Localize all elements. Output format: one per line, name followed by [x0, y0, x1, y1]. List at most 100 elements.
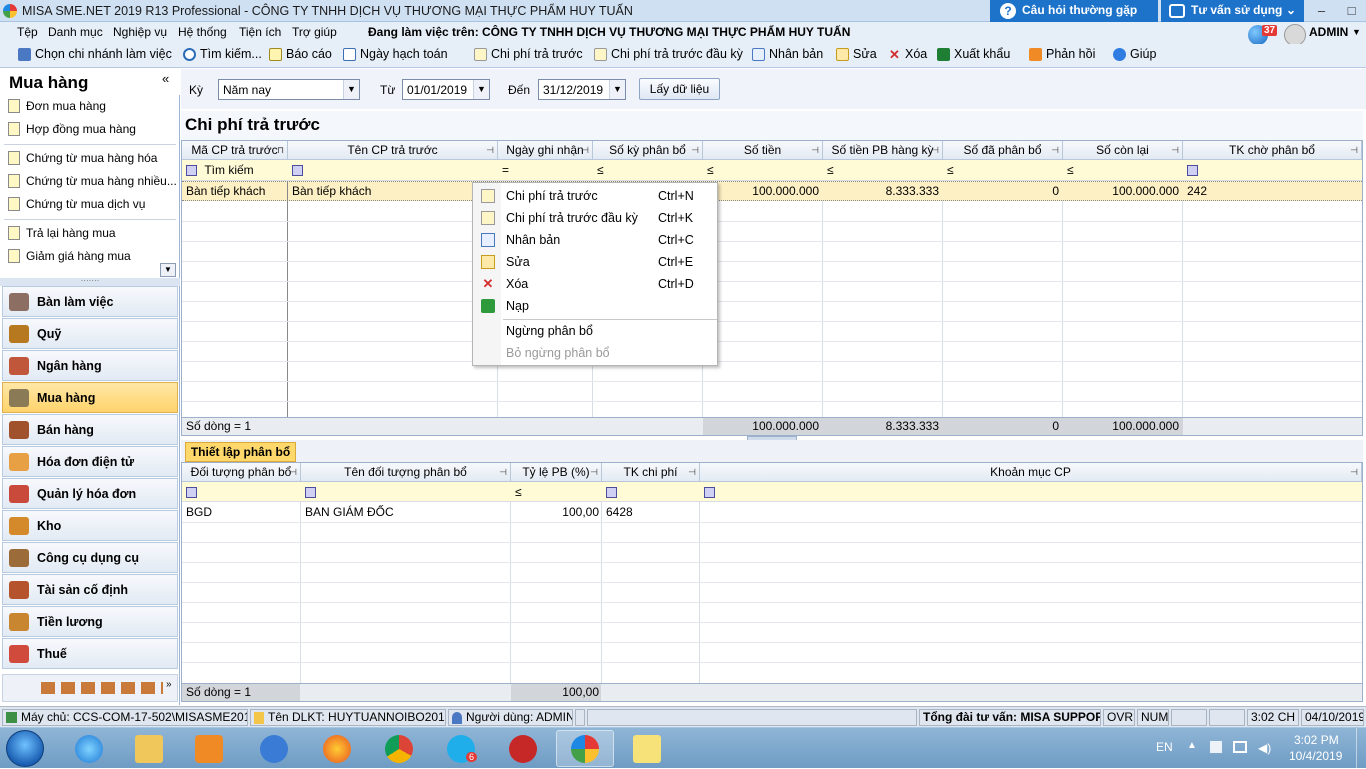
filter-expense-account[interactable] — [606, 482, 617, 502]
feedback-button[interactable]: Phản hồi — [1029, 47, 1095, 61]
taskbar-misa[interactable] — [556, 730, 614, 767]
nav-tax[interactable]: Thuế — [2, 638, 178, 669]
menu-help[interactable]: Trợ giúp — [292, 25, 337, 39]
col-header-alloc-object-name[interactable]: Tên đối tượng phân bổ ⊣ — [301, 463, 511, 482]
col-header-record-date[interactable]: Ngày ghi nhận ⊣ — [498, 141, 593, 160]
to-date-picker[interactable]: 31/12/2019 ▼ — [538, 79, 626, 100]
ctx-stop-allocation[interactable]: Ngừng phân bổ — [473, 320, 717, 342]
col-header-alloc-object[interactable]: Đối tượng phân bổ ⊣ — [182, 463, 301, 482]
volume-icon[interactable]: ◀) — [1258, 741, 1271, 755]
collapse-icon[interactable]: « — [162, 71, 169, 86]
report-button[interactable]: Báo cáo — [269, 47, 332, 61]
network-icon[interactable] — [1233, 741, 1247, 753]
opening-prepaid-button[interactable]: Chi phí trả trước đầu kỳ — [594, 47, 743, 61]
from-date-picker[interactable]: 01/01/2019 ▼ — [402, 79, 490, 100]
link-goods-purchase-voucher[interactable]: Chứng từ mua hàng hóa — [8, 151, 157, 165]
link-purchase-contract[interactable]: Hợp đồng mua hàng — [8, 122, 136, 136]
tray-arrow-icon[interactable]: ▲ — [1187, 740, 1197, 751]
filter-name[interactable] — [292, 160, 303, 180]
col-header-expense-account[interactable]: TK chi phí ⊣ — [602, 463, 700, 482]
user-avatar[interactable] — [1284, 24, 1306, 46]
link-purchase-return[interactable]: Trả lại hàng mua — [8, 226, 116, 240]
col-header-expense-item[interactable]: Khoản mục CP ⊣ — [700, 463, 1362, 482]
link-service-purchase-voucher[interactable]: Chứng từ mua dịch vụ — [8, 197, 145, 211]
taskbar-media-player[interactable] — [180, 730, 238, 767]
col-header-per-period[interactable]: Số tiền PB hàng kỳ ⊣ — [823, 141, 943, 160]
tab-allocation-setup[interactable]: Thiết lập phân bổ — [185, 442, 296, 462]
user-menu[interactable]: ADMIN — [1309, 25, 1348, 39]
taskbar-ie[interactable] — [60, 730, 118, 767]
filter-alloc-object[interactable] — [186, 482, 197, 502]
ctx-duplicate[interactable]: Nhân bản Ctrl+C — [473, 229, 717, 251]
edit-button[interactable]: Sửa — [836, 47, 877, 61]
nav-workspace[interactable]: Bàn làm việc — [2, 286, 178, 317]
filter-per-period[interactable]: ≤ — [827, 160, 834, 180]
nav-invoice-management[interactable]: Quản lý hóa đơn — [2, 478, 178, 509]
clock-date[interactable]: 10/4/2019 — [1289, 749, 1342, 763]
faq-button[interactable]: ? Câu hỏi thường gặp — [990, 0, 1158, 22]
filter-expense-item[interactable] — [704, 482, 715, 502]
export-button[interactable]: Xuất khẩu — [937, 47, 1010, 61]
taskbar-sticky-notes[interactable] — [618, 730, 676, 767]
prepaid-expense-button[interactable]: Chi phí trả trước — [474, 47, 583, 61]
input-language[interactable]: EN — [1156, 740, 1173, 754]
nav-tools[interactable]: Công cụ dụng cụ — [2, 542, 178, 573]
ctx-edit[interactable]: Sửa Ctrl+E — [473, 251, 717, 273]
search-button[interactable]: Tìm kiếm... — [183, 47, 262, 61]
taskbar-chrome[interactable] — [370, 730, 428, 767]
col-header-periods[interactable]: Số kỳ phân bổ ⊣ — [593, 141, 703, 160]
clock-time[interactable]: 3:02 PM — [1294, 733, 1339, 747]
minimize-button[interactable]: – — [1306, 0, 1337, 22]
ctx-delete[interactable]: ✕ Xóa Ctrl+D — [473, 273, 717, 295]
filter-amount[interactable]: ≤ — [707, 160, 714, 180]
filter-allocated[interactable]: ≤ — [947, 160, 954, 180]
col-header-name[interactable]: Tên CP trả trước ⊣ — [288, 141, 498, 160]
menu-file[interactable]: Tệp — [17, 25, 38, 39]
taskbar-mail[interactable] — [245, 730, 303, 767]
help-button[interactable]: Giúp — [1113, 47, 1156, 61]
taskbar-skype[interactable]: 6 — [432, 730, 490, 767]
col-header-allocated[interactable]: Số đã phân bổ ⊣ — [943, 141, 1063, 160]
select-branch-button[interactable]: Chọn chi nhánh làm việc — [18, 47, 172, 61]
mini-module-icons[interactable] — [41, 682, 163, 694]
filter-record-date[interactable]: = — [502, 160, 509, 180]
load-data-button[interactable]: Lấy dữ liệu — [639, 78, 720, 100]
taskbar-firefox[interactable] — [308, 730, 366, 767]
link-multi-purchase-voucher[interactable]: Chứng từ mua hàng nhiều... — [8, 174, 177, 188]
period-select[interactable]: Năm nay ▼ — [218, 79, 360, 100]
nav-inventory[interactable]: Kho — [2, 510, 178, 541]
filter-alloc-ratio[interactable]: ≤ — [515, 482, 522, 502]
link-purchase-discount[interactable]: Giảm giá hàng mua — [8, 249, 131, 263]
nav-cash[interactable]: Quỹ — [2, 318, 178, 349]
consult-button[interactable]: Tư vấn sử dụng ⌄ — [1161, 0, 1304, 22]
nav-e-invoice[interactable]: Hóa đơn điện tử — [2, 446, 178, 477]
filter-remaining[interactable]: ≤ — [1067, 160, 1074, 180]
nav-payroll[interactable]: Tiền lương — [2, 606, 178, 637]
menu-system[interactable]: Hệ thống — [178, 25, 227, 39]
scroll-down-button[interactable]: ▼ — [160, 263, 176, 277]
ctx-opening-prepaid[interactable]: Chi phí trả trước đầu kỳ Ctrl+K — [473, 207, 717, 229]
splitter-handle[interactable]: ······· — [0, 277, 180, 286]
col-header-amount[interactable]: Số tiền ⊣ — [703, 141, 823, 160]
col-header-alloc-ratio[interactable]: Tỷ lệ PB (%) ⊣ — [511, 463, 602, 482]
menu-catalog[interactable]: Danh mục — [48, 25, 103, 39]
filter-periods[interactable]: ≤ — [597, 160, 604, 180]
ctx-reload[interactable]: Nạp — [473, 295, 717, 317]
filter-code[interactable]: Tìm kiếm — [186, 160, 254, 180]
filter-alloc-object-name[interactable] — [305, 482, 316, 502]
menu-operations[interactable]: Nghiệp vụ — [113, 25, 167, 39]
nav-bank[interactable]: Ngân hàng — [2, 350, 178, 381]
restore-button[interactable]: □ — [1336, 0, 1366, 22]
ctx-new-prepaid[interactable]: Chi phí trả trước Ctrl+N — [473, 185, 717, 207]
col-header-pending-account[interactable]: TK chờ phân bổ ⊣ — [1183, 141, 1362, 160]
flag-icon[interactable] — [1210, 741, 1222, 753]
nav-sales[interactable]: Bán hàng — [2, 414, 178, 445]
taskbar-app[interactable] — [494, 730, 552, 767]
show-desktop-button[interactable] — [1356, 728, 1366, 769]
col-header-code[interactable]: Mã CP trả trước ⊓ — [182, 141, 288, 160]
start-button[interactable] — [6, 730, 44, 767]
col-header-remaining[interactable]: Số còn lại ⊣ — [1063, 141, 1183, 160]
duplicate-button[interactable]: Nhân bản — [752, 47, 823, 61]
filter-pending-account[interactable] — [1187, 160, 1198, 180]
nav-fixed-assets[interactable]: Tài sản cố định — [2, 574, 178, 605]
